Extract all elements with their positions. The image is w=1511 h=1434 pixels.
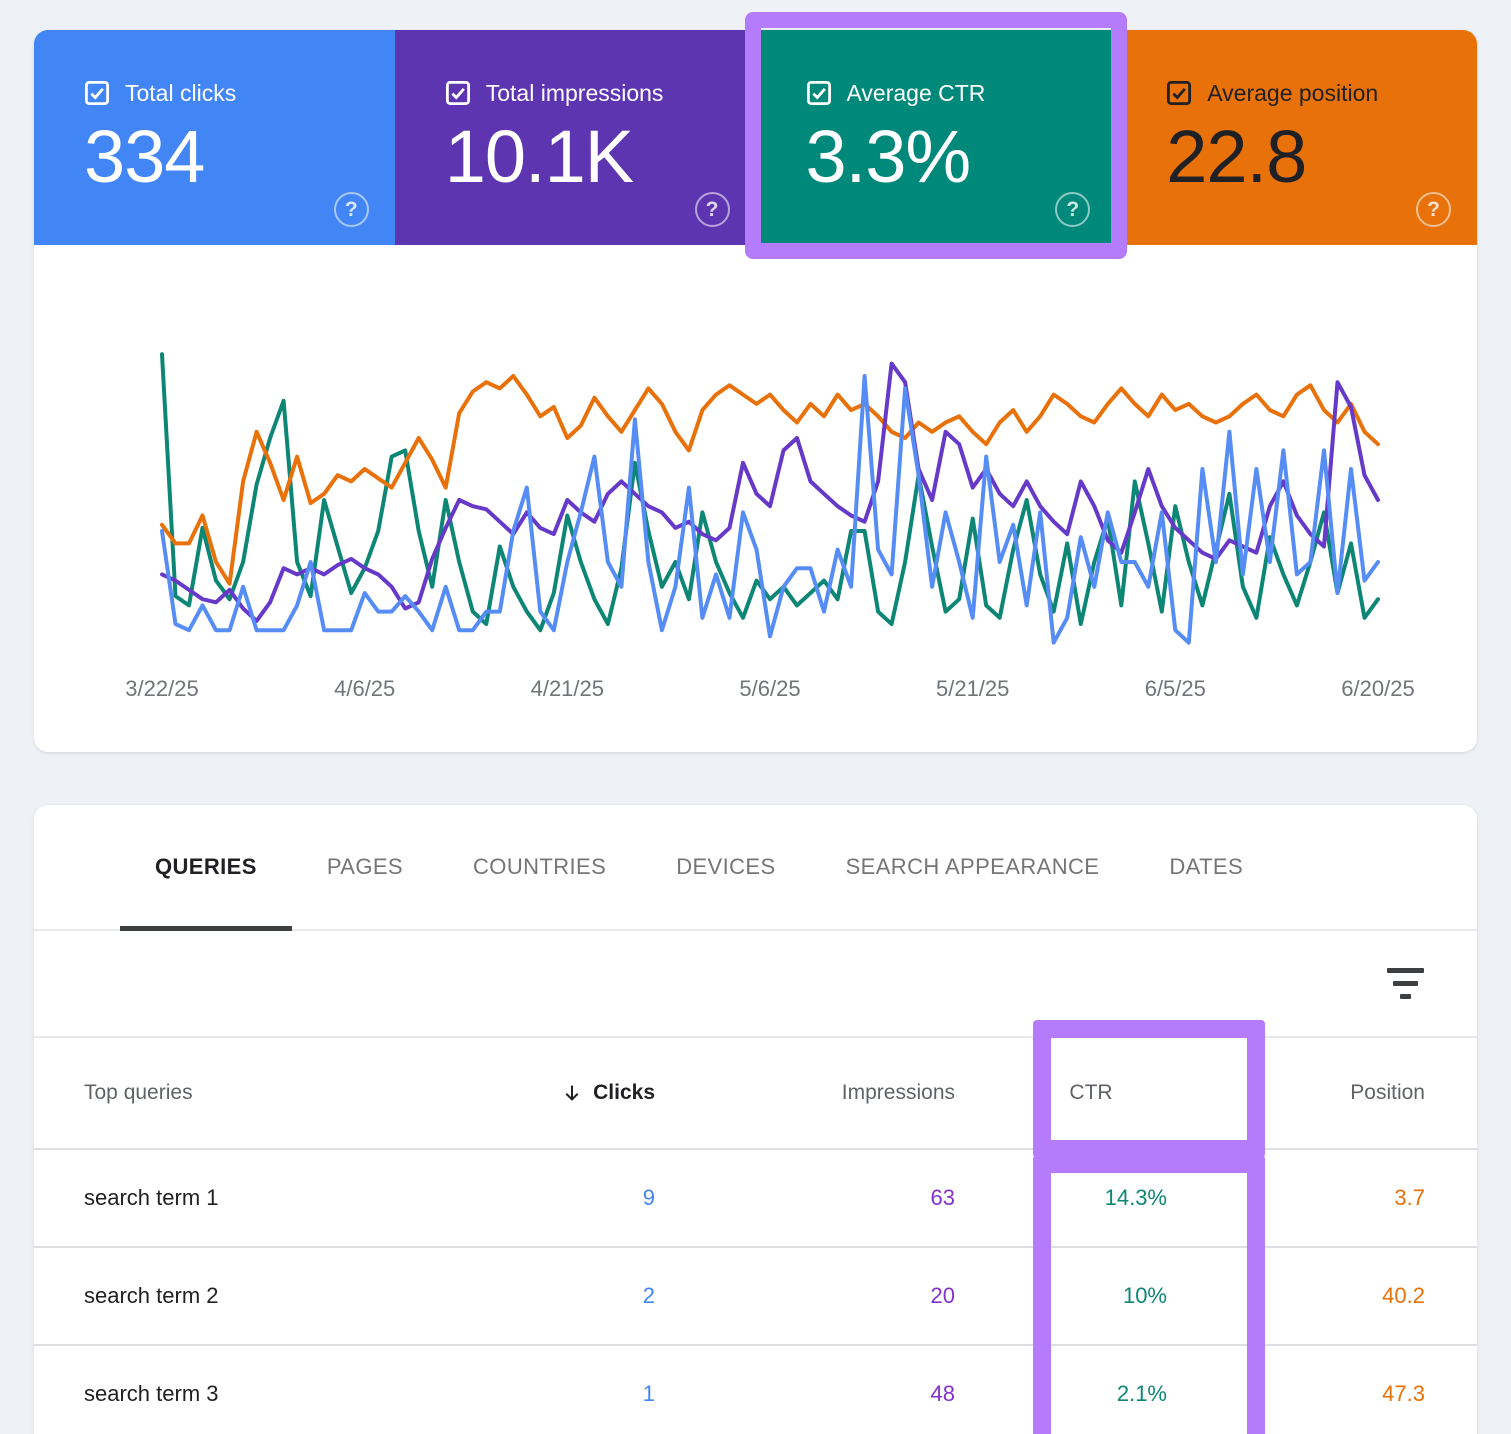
tab-devices[interactable]: DEVICES bbox=[641, 805, 810, 929]
position-value: 40.2 bbox=[1167, 1283, 1425, 1309]
column-header-clicks[interactable]: Clicks bbox=[395, 1081, 655, 1105]
clicks-value: 2 bbox=[395, 1283, 655, 1309]
table-row[interactable]: search term 2 2 20 10% 40.2 bbox=[34, 1246, 1477, 1344]
clicks-value: 9 bbox=[395, 1185, 655, 1211]
tab-dates[interactable]: DATES bbox=[1134, 805, 1278, 929]
performance-summary-panel: Total clicks 334 ? Total impressions 10.… bbox=[34, 30, 1477, 752]
tab-pages[interactable]: PAGES bbox=[292, 805, 438, 929]
table-header-row: Top queries Clicks Impressions CTR Posit… bbox=[34, 1038, 1477, 1148]
impressions-value: 63 bbox=[655, 1185, 955, 1211]
column-header-ctr[interactable]: CTR bbox=[955, 1081, 1167, 1105]
column-header-position[interactable]: Position bbox=[1167, 1081, 1425, 1105]
performance-line-chart[interactable]: 3/22/25 4/6/25 4/21/25 5/6/25 5/21/25 6/5/25 6… bbox=[34, 30, 1477, 752]
svg-text:3/22/25: 3/22/25 bbox=[125, 676, 198, 701]
sort-descending-icon bbox=[561, 1082, 583, 1104]
svg-text:6/5/25: 6/5/25 bbox=[1145, 676, 1206, 701]
query-cell[interactable]: search term 2 bbox=[84, 1283, 395, 1309]
svg-text:6/20/25: 6/20/25 bbox=[1341, 676, 1414, 701]
position-value: 47.3 bbox=[1167, 1381, 1425, 1407]
table-row[interactable]: search term 1 9 63 14.3% 3.7 bbox=[34, 1148, 1477, 1246]
ctr-value: 14.3% bbox=[955, 1185, 1167, 1211]
queries-table: Top queries Clicks Impressions CTR Posit… bbox=[34, 1038, 1477, 1434]
tab-search-appearance[interactable]: SEARCH APPEARANCE bbox=[811, 805, 1135, 929]
clicks-value: 1 bbox=[395, 1381, 655, 1407]
dimensions-table-panel: QUERIES PAGES COUNTRIES DEVICES SEARCH A… bbox=[34, 805, 1477, 1434]
impressions-value: 48 bbox=[655, 1381, 955, 1407]
position-value: 3.7 bbox=[1167, 1185, 1425, 1211]
table-toolbar bbox=[34, 931, 1477, 1038]
svg-text:5/21/25: 5/21/25 bbox=[936, 676, 1009, 701]
column-header-impressions[interactable]: Impressions bbox=[655, 1081, 955, 1105]
ctr-value: 10% bbox=[955, 1283, 1167, 1309]
tab-queries[interactable]: QUERIES bbox=[120, 805, 292, 929]
svg-text:4/21/25: 4/21/25 bbox=[531, 676, 604, 701]
query-cell[interactable]: search term 3 bbox=[84, 1381, 395, 1407]
ctr-value: 2.1% bbox=[955, 1381, 1167, 1407]
column-header-top-queries[interactable]: Top queries bbox=[84, 1081, 395, 1105]
dimension-tabs: QUERIES PAGES COUNTRIES DEVICES SEARCH A… bbox=[34, 805, 1477, 931]
svg-text:5/6/25: 5/6/25 bbox=[739, 676, 800, 701]
filter-list-icon[interactable] bbox=[1383, 963, 1427, 1003]
search-console-performance-report: Total clicks 334 ? Total impressions 10.… bbox=[0, 0, 1511, 1434]
query-cell[interactable]: search term 1 bbox=[84, 1185, 395, 1211]
impressions-value: 20 bbox=[655, 1283, 955, 1309]
svg-text:4/6/25: 4/6/25 bbox=[334, 676, 395, 701]
tab-countries[interactable]: COUNTRIES bbox=[438, 805, 641, 929]
table-row[interactable]: search term 3 1 48 2.1% 47.3 bbox=[34, 1344, 1477, 1434]
